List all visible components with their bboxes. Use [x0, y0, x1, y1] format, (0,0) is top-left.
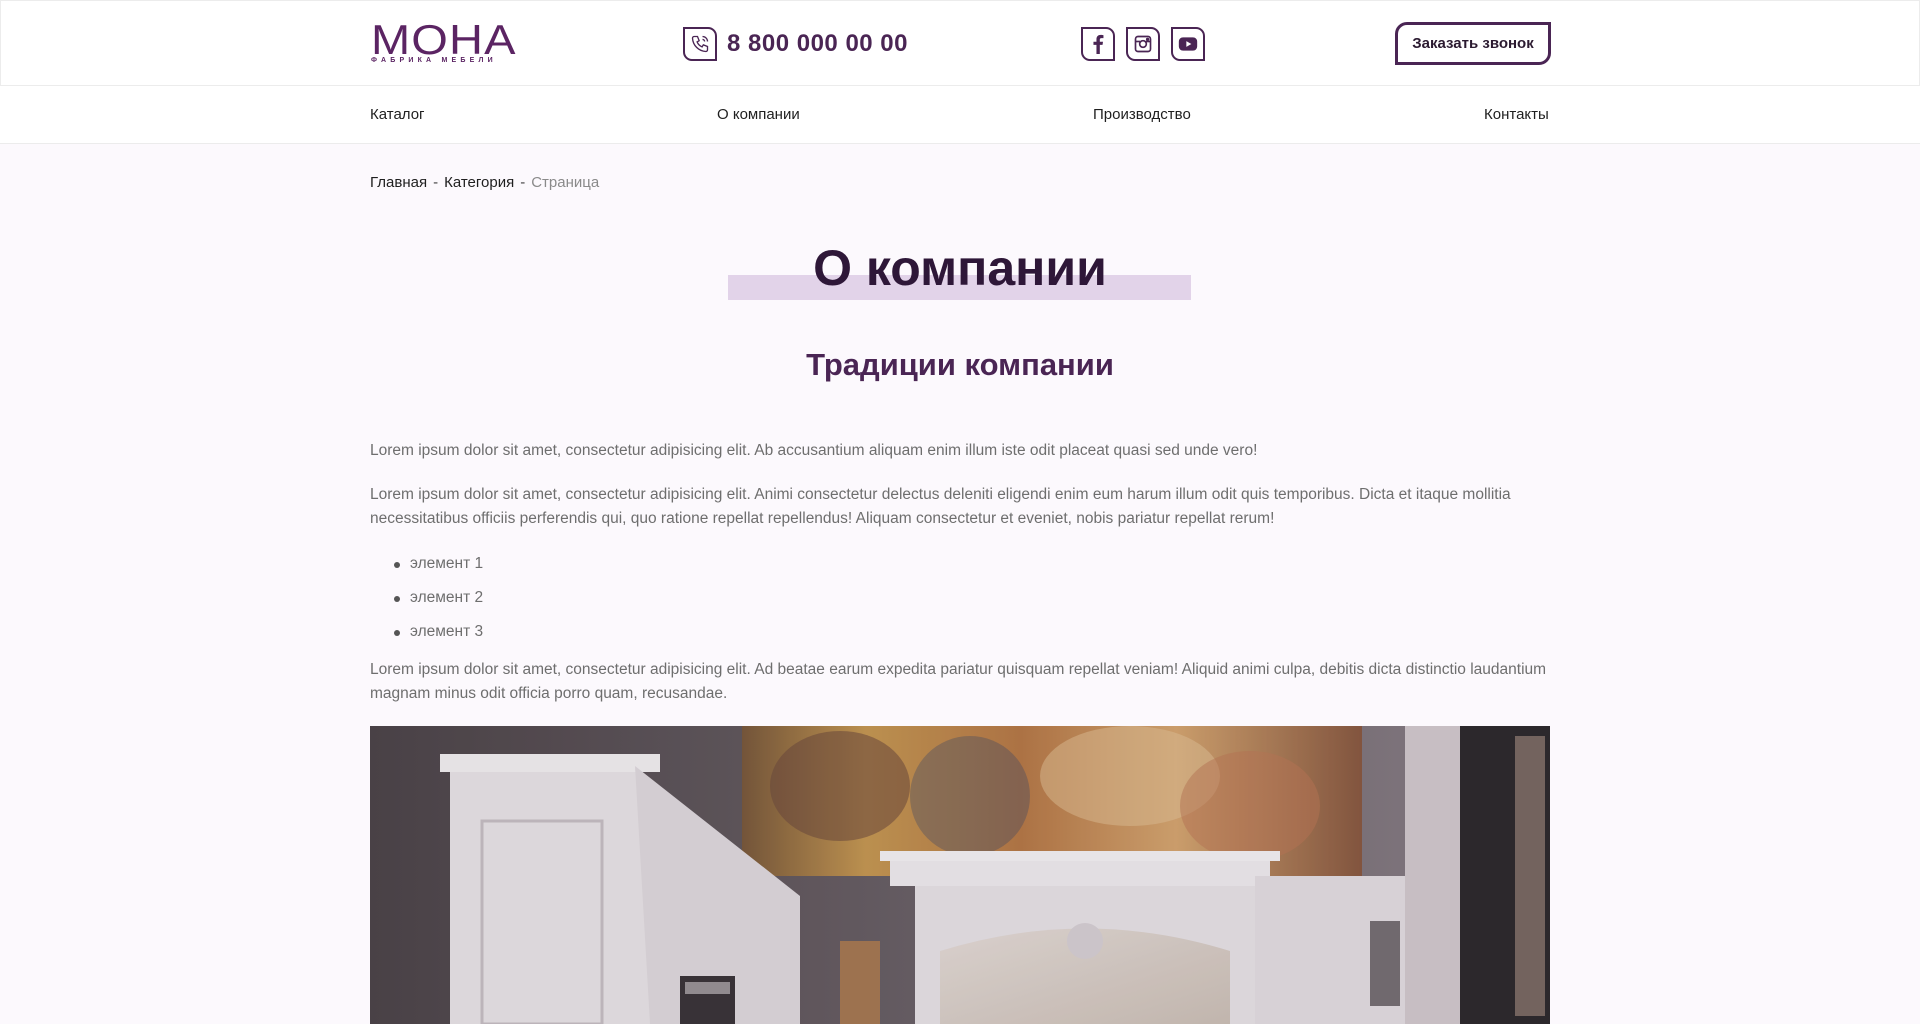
nav-item-contacts[interactable]: Контакты — [1484, 106, 1549, 123]
breadcrumb-separator: - — [433, 174, 439, 191]
logo-main-text: МОНА — [371, 16, 517, 63]
paragraph-3: Lorem ipsum dolor sit amet, consectetur … — [370, 661, 1547, 702]
bullet-list: элемент 1 элемент 2 элемент 3 — [393, 552, 483, 654]
page-title-block: О компании — [370, 240, 1550, 300]
main-nav: Каталог О компании Производство Контакты — [0, 86, 1920, 144]
page-subtitle: Традиции компании — [806, 347, 1114, 382]
phone-number[interactable]: 8 800 000 00 00 — [727, 30, 908, 58]
list-item: элемент 2 — [393, 586, 483, 620]
logo[interactable]: МОНА ФАБРИКА МЕБЕЛИ — [371, 19, 515, 67]
list-item: элемент 3 — [393, 620, 483, 654]
nav-item-catalog[interactable]: Каталог — [370, 106, 425, 123]
callback-button[interactable]: Заказать звонок — [1395, 22, 1551, 65]
breadcrumb-separator: - — [520, 174, 526, 191]
breadcrumb: Главная - Категория - Страница — [370, 174, 599, 191]
site-header: МОНА ФАБРИКА МЕБЕЛИ 8 800 000 00 00 Зака… — [0, 0, 1920, 86]
phone-icon — [683, 27, 717, 61]
breadcrumb-current: Страница — [531, 174, 600, 191]
paragraph-1: Lorem ipsum dolor sit amet, consectetur … — [370, 442, 1258, 459]
social-links — [1081, 27, 1205, 61]
nav-item-production[interactable]: Производство — [1093, 106, 1191, 123]
kitchen-photo — [370, 726, 1550, 1024]
breadcrumb-category[interactable]: Категория — [444, 174, 514, 191]
list-item: элемент 1 — [393, 552, 483, 586]
paragraph-2: Lorem ipsum dolor sit amet, consectetur … — [370, 486, 1511, 527]
logo-sub-text: ФАБРИКА МЕБЕЛИ — [371, 57, 497, 64]
breadcrumb-home[interactable]: Главная — [370, 174, 427, 191]
nav-item-about[interactable]: О компании — [717, 106, 800, 123]
instagram-icon[interactable] — [1126, 27, 1160, 61]
page-title: О компании — [813, 240, 1107, 296]
facebook-icon[interactable] — [1081, 27, 1115, 61]
youtube-icon[interactable] — [1171, 27, 1205, 61]
phone-block[interactable]: 8 800 000 00 00 — [683, 27, 908, 61]
